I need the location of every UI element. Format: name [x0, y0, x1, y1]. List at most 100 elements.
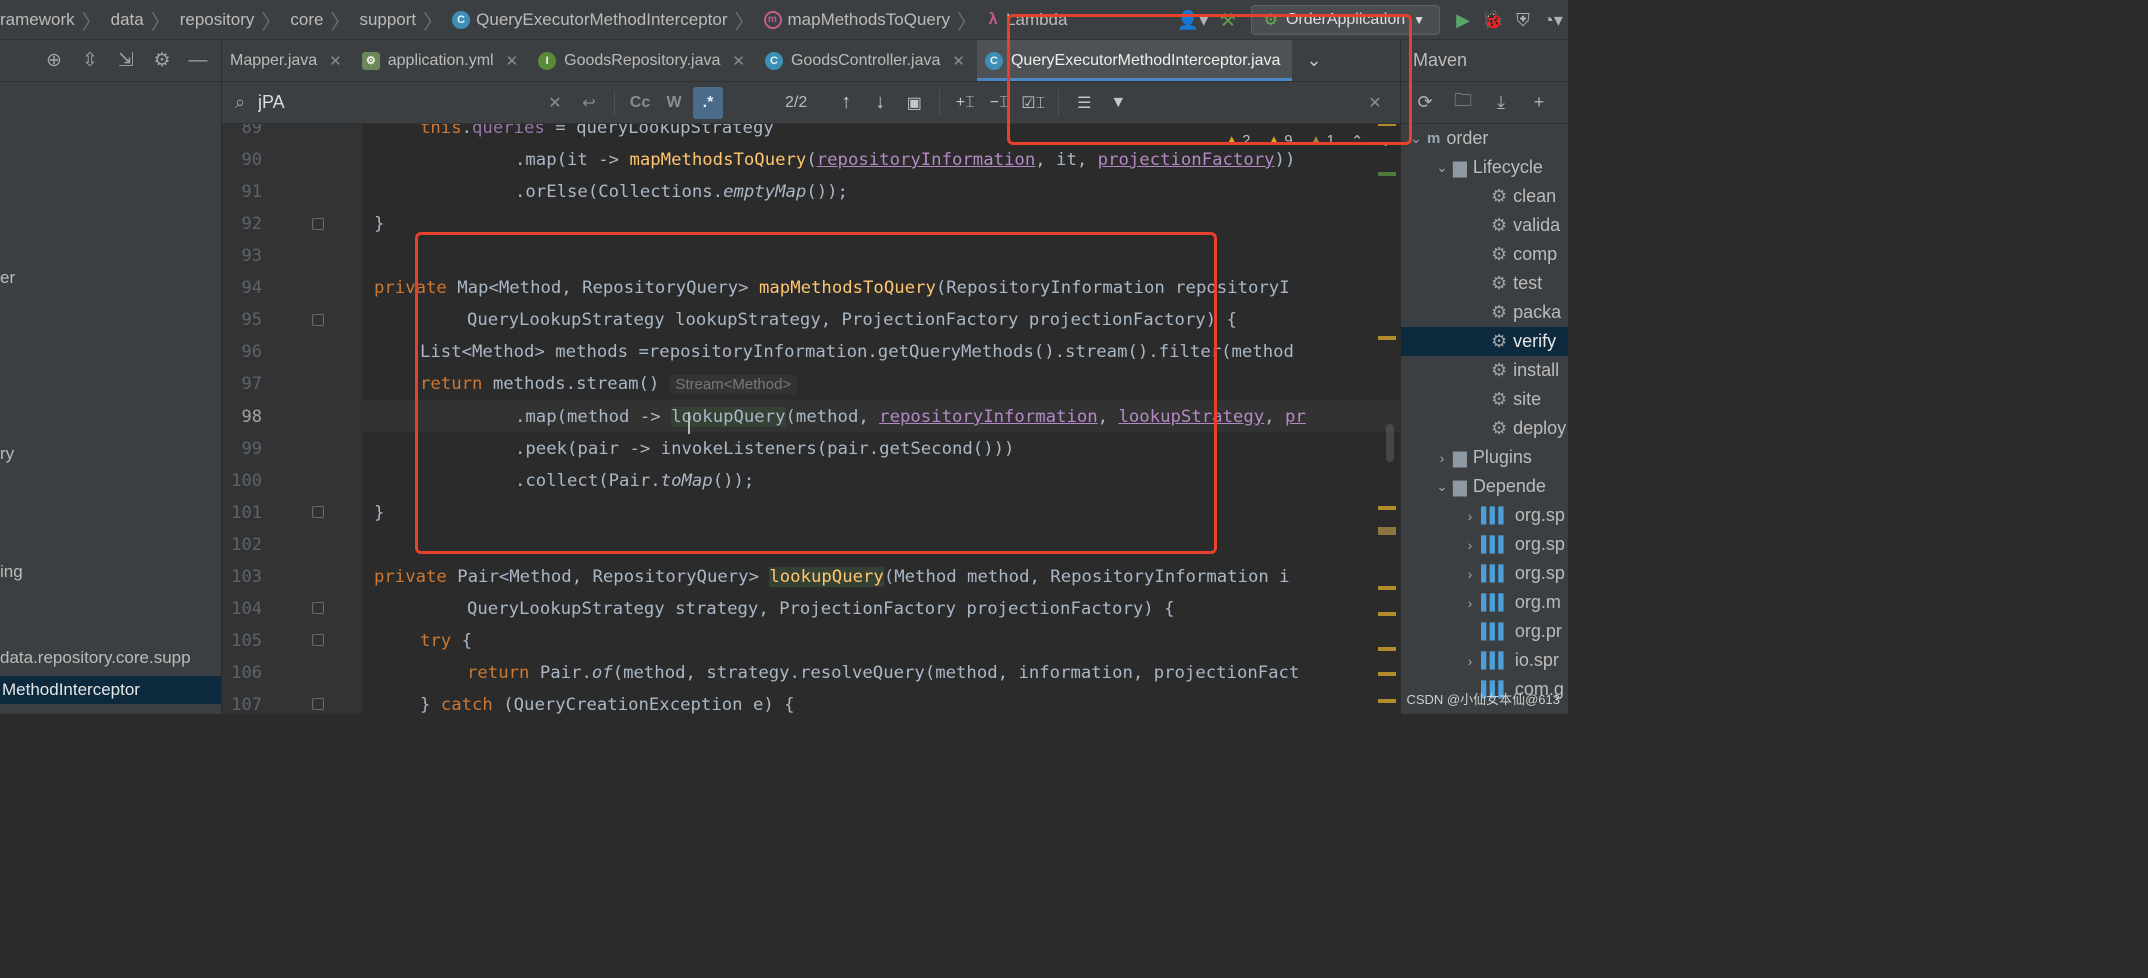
minimize-icon[interactable]: —	[183, 46, 213, 76]
gear-icon[interactable]: ⚙	[147, 46, 177, 76]
filter-lines-icon[interactable]: ☰	[1069, 87, 1099, 119]
maven-tree-item-goal[interactable]: ⚙ deploy	[1401, 414, 1566, 443]
breadcrumb-item-support[interactable]: support 〉	[359, 6, 452, 35]
close-icon[interactable]: ✕	[952, 52, 965, 70]
generate-sources-icon[interactable]: 🗀	[1449, 88, 1477, 118]
chevron-down-icon[interactable]: ⌄	[1292, 40, 1335, 81]
maven-tree-item-goal[interactable]: ⚙ test	[1401, 269, 1542, 298]
fold-marker-icon[interactable]	[312, 602, 324, 614]
maven-tree-item-plugins[interactable]: › ▆ Plugins	[1401, 443, 1532, 472]
tab-mapper[interactable]: Mapper.java ✕	[222, 40, 354, 81]
maven-tree-item-goal-selected[interactable]: ⚙ verify	[1401, 327, 1568, 356]
chevron-right-icon[interactable]: ›	[1459, 508, 1481, 524]
breadcrumb-item-repository[interactable]: repository 〉	[180, 6, 291, 35]
project-tree-item[interactable]: data.repository.core.supp	[0, 648, 191, 668]
chevron-down-icon[interactable]: ⌄	[1431, 478, 1453, 495]
maven-tree-item-dependency[interactable]: › ▌▌▌ org.sp	[1401, 530, 1565, 559]
close-icon[interactable]: ✕	[732, 52, 745, 70]
maven-tree-item-dependency[interactable]: › ▌▌▌ org.sp	[1401, 559, 1565, 588]
tab-application-yml[interactable]: ⚙ application.yml ✕	[354, 40, 530, 81]
expand-all-icon[interactable]: ⇳	[75, 46, 105, 76]
chevron-right-icon[interactable]: ›	[1459, 595, 1481, 611]
filter-icon[interactable]: ▼	[1103, 87, 1133, 119]
type-hint: Stream<Method>	[669, 375, 798, 394]
profiler-icon[interactable]: ◔▾	[1538, 5, 1568, 35]
maven-tree-item-dependency[interactable]: › ▌▌▌ io.spr	[1401, 646, 1559, 675]
close-icon[interactable]: ✕	[506, 52, 519, 70]
code-editor[interactable]: 89 90 91 92 93 94 95 96 97 98 99 100 101…	[222, 124, 1400, 714]
breadcrumb-item-lambda[interactable]: λ Lambda	[986, 10, 1068, 30]
breadcrumb-item-class[interactable]: C QueryExecutorMethodInterceptor 〉	[452, 6, 763, 35]
line-number: 92	[241, 214, 262, 234]
maven-tree-item-dependencies[interactable]: ⌄ ▆ Depende	[1401, 472, 1546, 501]
reload-icon[interactable]: ⟳	[1411, 88, 1439, 118]
breadcrumb-item-framework[interactable]: ramework 〉	[0, 6, 111, 35]
add-icon[interactable]: +	[1525, 88, 1553, 118]
fold-marker-icon[interactable]	[312, 698, 324, 710]
fold-marker-icon[interactable]	[312, 218, 324, 230]
search-history-icon[interactable]: ↩	[574, 87, 604, 119]
search-input[interactable]	[258, 86, 538, 119]
close-icon[interactable]: ✕	[1360, 87, 1390, 119]
regex-toggle[interactable]: .*	[693, 86, 723, 119]
code-token: toMap	[660, 471, 713, 491]
chevron-right-icon[interactable]: ›	[1431, 450, 1453, 466]
locate-icon[interactable]: ⊕	[39, 46, 69, 76]
clear-search-icon[interactable]: ✕	[540, 87, 570, 119]
project-tree-item[interactable]: ing	[0, 562, 23, 582]
whole-words-toggle[interactable]: W	[659, 87, 689, 119]
chevron-right-icon[interactable]: ›	[1459, 537, 1481, 553]
close-icon[interactable]: ✕	[329, 52, 342, 70]
maven-tree-item-lifecycle[interactable]: ⌄ ▆ Lifecycle	[1401, 153, 1543, 182]
arrow-up-icon[interactable]: ↑	[831, 87, 861, 119]
breadcrumb-item-method[interactable]: m mapMethodsToQuery 〉	[763, 6, 987, 35]
match-case-toggle[interactable]: Cc	[625, 87, 655, 119]
user-icon[interactable]: 👤▾	[1173, 5, 1213, 35]
project-tree-item[interactable]: ry	[0, 444, 14, 464]
download-icon[interactable]: ⤓	[1487, 88, 1515, 118]
select-all-occurrences-icon[interactable]: ☑⌶	[1018, 87, 1048, 119]
breadcrumb-item-data[interactable]: data 〉	[111, 6, 180, 35]
tab-goods-repository[interactable]: I GoodsRepository.java ✕	[530, 40, 757, 81]
inspection-widget[interactable]: ▲ 2 ▲ 9 ▲ 1 ⌃ ⌄	[1224, 132, 1392, 150]
project-tree-item-selected[interactable]: MethodInterceptor	[0, 676, 221, 704]
chevron-right-icon[interactable]: ›	[1459, 653, 1481, 669]
add-occurrence-icon[interactable]: +⌶	[950, 87, 980, 119]
maven-tree-item-goal[interactable]: ⚙ packa	[1401, 298, 1561, 327]
editor-scrollbar[interactable]	[1386, 424, 1394, 462]
chevron-down-icon[interactable]: ⌄	[1405, 130, 1427, 147]
maven-tree-item-dependency[interactable]: › ▌▌▌ org.sp	[1401, 501, 1565, 530]
project-tree-item[interactable]: er	[0, 268, 15, 288]
maven-tree-item-dependency[interactable]: › ▌▌▌ org.m	[1401, 588, 1561, 617]
remove-occurrence-icon[interactable]: −⌶	[984, 87, 1014, 119]
maven-tree-item-goal[interactable]: ⚙ comp	[1401, 240, 1557, 269]
chevron-right-icon[interactable]: ›	[1459, 566, 1481, 582]
open-in-window-icon[interactable]: ▣	[899, 87, 929, 119]
maven-tree-item-goal[interactable]: ⚙ clean	[1401, 182, 1556, 211]
search-icon[interactable]: ⌕	[222, 92, 258, 113]
fold-marker-icon[interactable]	[312, 314, 324, 326]
code-token: catch	[440, 695, 493, 714]
build-hammer-icon[interactable]: ⚒	[1213, 5, 1243, 35]
fold-marker-icon[interactable]	[312, 506, 324, 518]
maven-tree-item-goal[interactable]: ⚙ valida	[1401, 211, 1560, 240]
maven-tree-item-order[interactable]: ⌄ m order	[1401, 124, 1488, 153]
library-icon: ▌▌▌	[1481, 623, 1509, 640]
arrow-down-icon[interactable]: ↓	[865, 87, 895, 119]
tab-query-executor-method-interceptor[interactable]: C QueryExecutorMethodInterceptor.java	[976, 40, 1293, 81]
tab-goods-controller[interactable]: C GoodsController.java ✕	[757, 40, 977, 81]
debug-icon[interactable]: 🐞	[1478, 5, 1508, 35]
run-configuration-select[interactable]: ⚙ OrderApplication ▼	[1250, 5, 1440, 35]
fold-marker-icon[interactable]	[312, 634, 324, 646]
chevron-down-icon[interactable]: ⌄	[1379, 132, 1392, 150]
breadcrumb-item-core[interactable]: core 〉	[290, 6, 359, 35]
chevron-down-icon[interactable]: ⌄	[1431, 159, 1453, 176]
maven-tree-item-goal[interactable]: ⚙ site	[1401, 385, 1541, 414]
chevron-up-icon[interactable]: ⌃	[1351, 132, 1364, 150]
maven-tree-item-goal[interactable]: ⚙ install	[1401, 356, 1559, 385]
coverage-icon[interactable]: ⛨	[1508, 5, 1538, 35]
run-icon[interactable]: ▶	[1448, 5, 1478, 35]
maven-tree-item-dependency[interactable]: ▌▌▌ org.pr	[1401, 617, 1562, 646]
tree-label: comp	[1513, 244, 1558, 264]
collapse-all-icon[interactable]: ⇲	[111, 46, 141, 76]
